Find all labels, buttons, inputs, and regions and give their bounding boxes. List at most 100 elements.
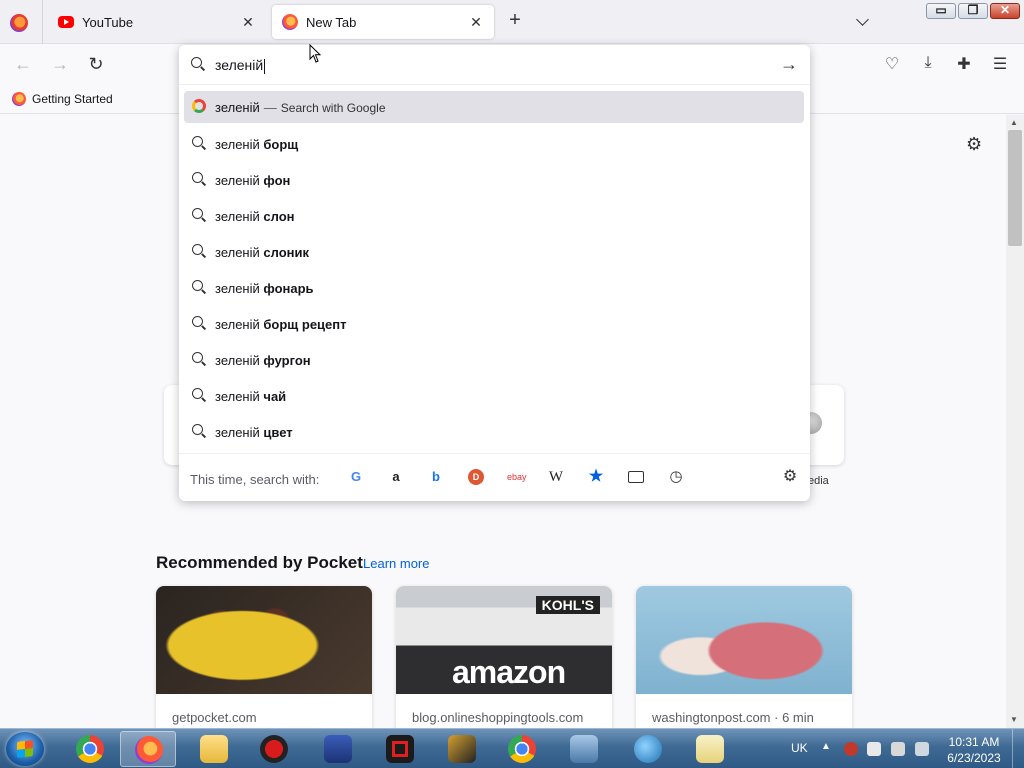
google-icon[interactable]: G — [347, 468, 365, 486]
volume-muted-icon[interactable] — [915, 742, 929, 756]
suggestion-row[interactable]: зеленій слоник — [184, 236, 804, 268]
firefox-view-icon[interactable] — [10, 14, 28, 32]
suggestion-row[interactable]: зеленій чай — [184, 380, 804, 412]
scrollbar-thumb[interactable] — [1008, 130, 1022, 246]
pocket-story-card[interactable]: getpocket.com — [156, 586, 372, 736]
tab-new-tab[interactable]: New Tab ✕ — [272, 5, 494, 39]
new-tab-button[interactable]: + — [504, 10, 526, 32]
suggestion-row[interactable]: зеленій цвет — [184, 416, 804, 448]
taskbar-app[interactable] — [682, 731, 738, 767]
clock[interactable]: 10:31 AM 6/23/2023 — [942, 734, 1006, 766]
suggestion-completion: фонарь — [263, 281, 314, 296]
taskbar-app[interactable] — [620, 731, 676, 767]
suggestion-row[interactable]: зеленій фон — [184, 164, 804, 196]
amazon-icon[interactable]: a — [387, 468, 405, 486]
hamburger-menu-icon[interactable]: ☰ — [990, 54, 1010, 74]
tabs-icon[interactable] — [628, 471, 644, 483]
one-off-label: This time, search with: — [190, 472, 320, 487]
scroll-down-arrow-icon[interactable]: ▼ — [1010, 715, 1018, 724]
story-image — [636, 586, 852, 694]
reload-icon[interactable]: ↻ — [85, 53, 107, 75]
top-site-label[interactable]: edia — [808, 475, 829, 487]
extensions-puzzle-icon[interactable]: ✚ — [954, 54, 974, 74]
suggestion-completion: борщ — [263, 137, 299, 152]
action-center-flag-icon[interactable] — [867, 742, 881, 756]
taskbar-app[interactable] — [310, 731, 366, 767]
taskbar-chrome[interactable] — [494, 731, 550, 767]
bookmark-getting-started[interactable]: Getting Started — [12, 92, 113, 106]
suggestion-prefix: зеленій — [215, 425, 260, 440]
tray-app-icon[interactable] — [844, 742, 858, 756]
list-all-tabs-chevron-down-icon[interactable] — [856, 14, 872, 30]
suggestion-row[interactable]: зеленій борщ рецепт — [184, 308, 804, 340]
show-desktop-button[interactable] — [1012, 729, 1024, 768]
suggestion-prefix: зеленій — [215, 173, 260, 188]
suggestion-action: Search with Google — [280, 101, 386, 115]
firefox-icon — [12, 92, 26, 106]
suggestion-completion: слон — [263, 209, 295, 224]
taskbar-app[interactable] — [556, 731, 612, 767]
urlbar-suggestions-popup: зеленій → зеленій — Search with Google зел… — [179, 45, 810, 501]
taskbar-firefox[interactable] — [120, 731, 176, 767]
tab-title: New Tab — [306, 14, 357, 30]
suggestion-completion: слоник — [263, 245, 309, 260]
pocket-story-card[interactable]: KOHL'S amazon blog.onlineshoppingtools.c… — [396, 586, 612, 736]
taskbar-explorer[interactable] — [186, 731, 242, 767]
suggestion-search-with-google[interactable]: зеленій — Search with Google — [184, 91, 804, 123]
tab-close-icon[interactable]: ✕ — [240, 14, 256, 31]
urlbar-input[interactable]: зеленій — [215, 57, 265, 74]
maximize-icon: ❐ — [967, 3, 979, 17]
duckduckgo-icon[interactable]: D — [468, 469, 484, 485]
forward-arrow-icon[interactable]: → — [49, 53, 71, 75]
taskbar-app[interactable] — [434, 731, 490, 767]
minimize-icon: ▭ — [935, 3, 947, 17]
suggestion-row[interactable]: зеленій фонарь — [184, 272, 804, 304]
learn-more-link[interactable]: Learn more — [363, 556, 429, 571]
go-arrow-icon[interactable]: → — [780, 54, 798, 75]
close-window-button[interactable]: ✕ — [990, 3, 1020, 19]
suggestion-row[interactable]: зеленій слон — [184, 200, 804, 232]
gear-icon[interactable]: ⚙ — [966, 134, 982, 155]
tab-strip: YouTube ✕ New Tab ✕ + ▭ ❐ ✕ — [0, 0, 1024, 44]
back-arrow-icon[interactable]: ← — [12, 53, 34, 75]
urlbar-input-row[interactable]: зеленій → — [179, 45, 810, 85]
tab-divider — [42, 0, 43, 44]
language-indicator[interactable]: UK — [791, 741, 808, 755]
start-button[interactable] — [6, 732, 44, 766]
taskbar-chrome[interactable] — [62, 731, 118, 767]
suggestion-row[interactable]: зеленій борщ — [184, 128, 804, 160]
downloads-icon[interactable]: ⤓ — [918, 54, 938, 74]
suggestion-prefix: зеленій — [215, 281, 260, 296]
maximize-button[interactable]: ❐ — [958, 3, 988, 19]
scroll-up-arrow-icon[interactable]: ▲ — [1010, 118, 1018, 127]
show-hidden-icons-icon[interactable]: ▲ — [821, 741, 831, 752]
taskbar-screen-recorder[interactable] — [372, 731, 428, 767]
app-icon — [260, 735, 288, 763]
suggestion-row[interactable]: зеленій фургон — [184, 344, 804, 376]
pocket-icon[interactable]: ♡ — [882, 54, 902, 74]
tab-title: YouTube — [82, 14, 134, 30]
search-icon — [192, 316, 206, 330]
remote-desktop-icon — [570, 735, 598, 763]
bookmarks-star-icon[interactable]: ★ — [587, 468, 605, 486]
firefox-icon — [135, 736, 163, 764]
suggestion-completion: фургон — [263, 353, 311, 368]
minimize-button[interactable]: ▭ — [926, 3, 956, 19]
story-image: KOHL'S amazon — [396, 586, 612, 694]
search-icon — [192, 352, 206, 366]
close-icon: ✕ — [999, 3, 1011, 17]
tab-close-icon[interactable]: ✕ — [468, 14, 484, 31]
story-image-sign: amazon — [452, 654, 566, 690]
pocket-story-card[interactable]: washingtonpost.com · 6 min — [636, 586, 852, 736]
search-icon — [192, 208, 206, 222]
network-icon[interactable] — [891, 742, 905, 756]
ebay-icon[interactable]: ebay — [507, 468, 527, 486]
wikipedia-icon[interactable]: W — [547, 468, 565, 486]
bing-icon[interactable]: b — [427, 468, 445, 486]
tab-youtube[interactable]: YouTube ✕ — [48, 5, 266, 39]
bookmark-label: Getting Started — [32, 92, 113, 106]
search-settings-gear-icon[interactable]: ⚙ — [781, 468, 799, 486]
taskbar-app[interactable] — [246, 731, 302, 767]
history-icon[interactable]: ◷ — [667, 468, 685, 486]
suggestion-prefix: зеленій — [215, 137, 260, 152]
